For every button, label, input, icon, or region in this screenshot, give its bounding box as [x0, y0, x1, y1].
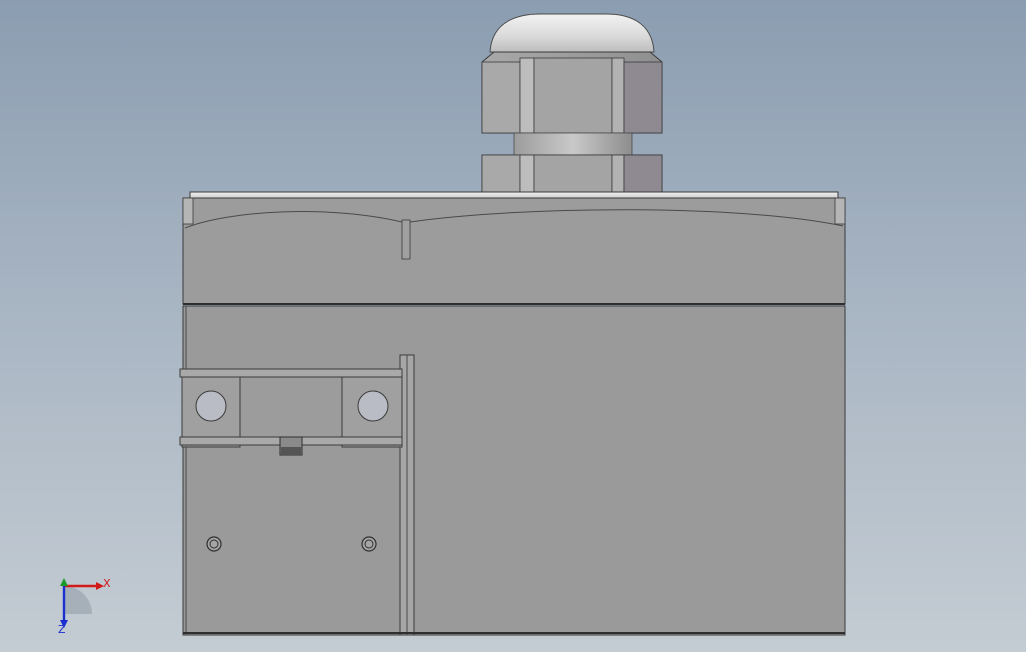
gland-neck: [513, 132, 633, 156]
orientation-triad[interactable]: X Z: [50, 570, 120, 640]
lower-hex-face-right: [623, 154, 663, 194]
lid-side-right: [834, 197, 846, 225]
lower-hex-face-left: [481, 154, 521, 194]
screw-icon[interactable]: [361, 536, 377, 552]
3d-viewport[interactable]: X Z: [0, 0, 1026, 652]
bracket-top-bar: [179, 368, 403, 378]
lid-side-left: [182, 197, 194, 225]
bracket-mount-hole-right[interactable]: [357, 390, 389, 422]
axis-y-arrow-icon: [60, 578, 68, 586]
enclosure-body[interactable]: [182, 305, 846, 636]
hex-face-center: [533, 57, 613, 134]
hex-face-left: [481, 61, 521, 134]
bracket-mount-hole-left[interactable]: [195, 390, 227, 422]
enclosure-lid[interactable]: [182, 191, 846, 305]
lower-hex-face-right-edge: [611, 154, 625, 194]
bracket-center-plate: [239, 376, 343, 440]
lower-hex-face-edge: [519, 154, 535, 194]
hex-face-right-edge: [611, 57, 625, 134]
cable-gland[interactable]: [481, 13, 663, 194]
bracket-latch-dark: [281, 447, 301, 455]
mounting-bracket[interactable]: [179, 368, 403, 456]
triad-shadow: [64, 586, 92, 614]
hex-face-left-edge: [519, 57, 535, 134]
gland-dome-cap[interactable]: [489, 13, 655, 53]
hex-face-right: [623, 61, 663, 134]
screw-icon[interactable]: [206, 536, 222, 552]
axis-z-label: Z: [58, 623, 66, 636]
lid-notch: [401, 219, 411, 260]
body-main-panel: [182, 305, 846, 636]
lower-hex-face-center: [533, 154, 613, 194]
axis-x-label: X: [103, 577, 111, 590]
lid-top-rim: [189, 191, 839, 199]
model-scene[interactable]: [0, 0, 1026, 652]
